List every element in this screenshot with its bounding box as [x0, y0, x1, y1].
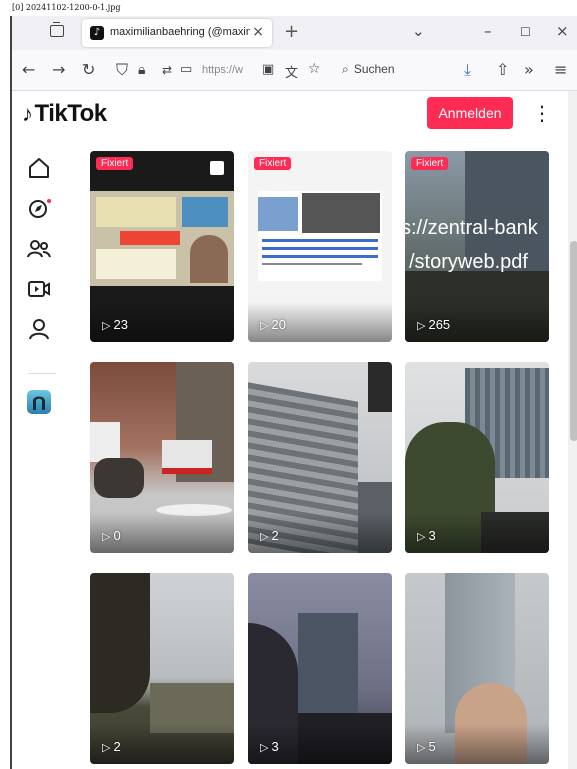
maximize-icon[interactable]: ☐	[520, 25, 531, 39]
forward-icon[interactable]: →	[52, 60, 65, 79]
scrollbar-thumb[interactable]	[570, 241, 577, 441]
view-count: ▷ 265	[417, 317, 451, 332]
browser-window: ♪ maximilianbaehring (@maximil × + ⌄ – ☐…	[10, 16, 577, 769]
new-tab-icon[interactable]: +	[284, 21, 299, 42]
video-card[interactable]: Fixiert ▷ 23	[90, 151, 234, 342]
home-icon[interactable]	[26, 155, 52, 181]
sidebar-divider	[28, 373, 56, 374]
lock-icon[interactable]: 🔒︎	[138, 62, 145, 78]
video-card[interactable]: Fixiert s://zentral-bank /storyweb.pdf ▷…	[405, 151, 549, 342]
play-icon: ▷	[102, 742, 111, 754]
video-card[interactable]: ▷ 3	[248, 573, 392, 764]
back-icon[interactable]: ←	[22, 60, 35, 79]
tab-overview-icon[interactable]	[50, 22, 64, 37]
search-icon: ⌕	[342, 62, 349, 76]
overflow-chevrons-icon[interactable]: »	[524, 60, 534, 79]
bookmark-star-icon[interactable]: ☆	[308, 61, 321, 77]
tiktok-logo[interactable]: ♪TikTok	[22, 100, 107, 128]
view-count: ▷ 3	[260, 739, 279, 754]
play-icon: ▷	[417, 531, 426, 543]
screen-share-icon[interactable]: ▭	[180, 62, 192, 77]
logo-text: TikTok	[34, 100, 108, 127]
translate-icon[interactable]: 文	[285, 62, 298, 81]
minimize-icon[interactable]: –	[484, 22, 492, 40]
share-icon[interactable]: ⇧	[496, 60, 509, 79]
tab-tiktok[interactable]: ♪ maximilianbaehring (@maximil ×	[82, 19, 272, 47]
video-thumbnail	[90, 191, 234, 286]
search-placeholder: Suchen	[353, 62, 395, 76]
chevron-down-icon[interactable]: ⌄	[412, 22, 425, 40]
tiktok-note-icon: ♪	[22, 101, 33, 126]
video-card[interactable]: ▷ 0	[90, 362, 234, 553]
explore-icon[interactable]	[26, 196, 52, 222]
reload-icon[interactable]: ↻	[82, 60, 95, 79]
close-tab-icon[interactable]: ×	[252, 24, 264, 40]
reader-view-icon[interactable]: ▣	[262, 62, 274, 77]
window-close-icon[interactable]: ×	[556, 22, 569, 40]
play-icon: ▷	[102, 531, 111, 543]
view-count: ▷ 2	[102, 739, 121, 754]
video-card[interactable]: ▷ 2	[90, 573, 234, 764]
tab-title: maximilianbaehring (@maximil	[110, 26, 250, 38]
image-caption: [0] 20241102-1200-0-1.jpg	[12, 3, 121, 12]
play-icon: ▷	[260, 320, 269, 332]
pinned-badge: Fixiert	[411, 157, 449, 170]
video-card[interactable]: Fixiert ▷ 20	[248, 151, 392, 342]
play-icon: ▷	[417, 742, 426, 754]
navigation-bar: ← → ↻ ⛉ 🔒︎ ⇄ ▭ https://w ▣ 文 ☆ ⌕ Suchen …	[12, 50, 577, 91]
play-icon: ▷	[417, 320, 426, 332]
play-icon: ▷	[260, 742, 269, 754]
pinned-badge: Fixiert	[96, 157, 134, 170]
tiktok-favicon-icon: ♪	[90, 26, 104, 40]
tiktok-header: ♪TikTok Anmelden ⋮	[12, 91, 568, 141]
following-icon[interactable]	[26, 236, 52, 262]
more-options-icon[interactable]: ⋮	[532, 101, 552, 125]
video-card[interactable]: ▷ 2	[248, 362, 392, 553]
view-count: ▷ 3	[417, 528, 436, 543]
video-card[interactable]: ▷ 3	[405, 362, 549, 553]
photo-icon	[210, 161, 224, 175]
page-scrollbar[interactable]	[568, 91, 577, 769]
video-grid: Fixiert ▷ 23 Fixiert ▷ 20 Fixiert s://ze…	[68, 141, 568, 769]
avatar[interactable]	[26, 389, 52, 415]
login-button[interactable]: Anmelden	[427, 97, 513, 129]
menu-icon[interactable]: ≡	[554, 60, 567, 79]
profile-icon[interactable]	[26, 316, 52, 342]
search-field[interactable]: ⌕ Suchen	[342, 58, 442, 82]
live-icon[interactable]	[26, 276, 52, 302]
video-thumbnail	[298, 613, 358, 713]
view-count: ▷ 23	[102, 317, 128, 332]
play-icon: ▷	[260, 531, 269, 543]
shield-icon[interactable]: ⛉	[116, 60, 128, 80]
overlay-text: /storyweb.pdf	[409, 251, 528, 273]
download-icon[interactable]: ⤓	[464, 60, 471, 80]
view-count: ▷ 20	[260, 317, 286, 332]
sidebar	[12, 141, 68, 769]
video-thumbnail	[258, 191, 382, 281]
video-thumbnail	[90, 573, 150, 713]
view-count: ▷ 5	[417, 739, 436, 754]
overlay-text: s://zentral-bank	[405, 217, 538, 239]
view-count: ▷ 2	[260, 528, 279, 543]
view-count: ▷ 0	[102, 528, 121, 543]
pinned-badge: Fixiert	[254, 157, 292, 170]
permissions-icon[interactable]: ⇄	[162, 63, 172, 77]
address-bar[interactable]: https://w	[202, 64, 257, 76]
tab-bar: ♪ maximilianbaehring (@maximil × + ⌄ – ☐…	[12, 16, 577, 50]
play-icon: ▷	[102, 320, 111, 332]
video-card[interactable]: ▷ 5	[405, 573, 549, 764]
